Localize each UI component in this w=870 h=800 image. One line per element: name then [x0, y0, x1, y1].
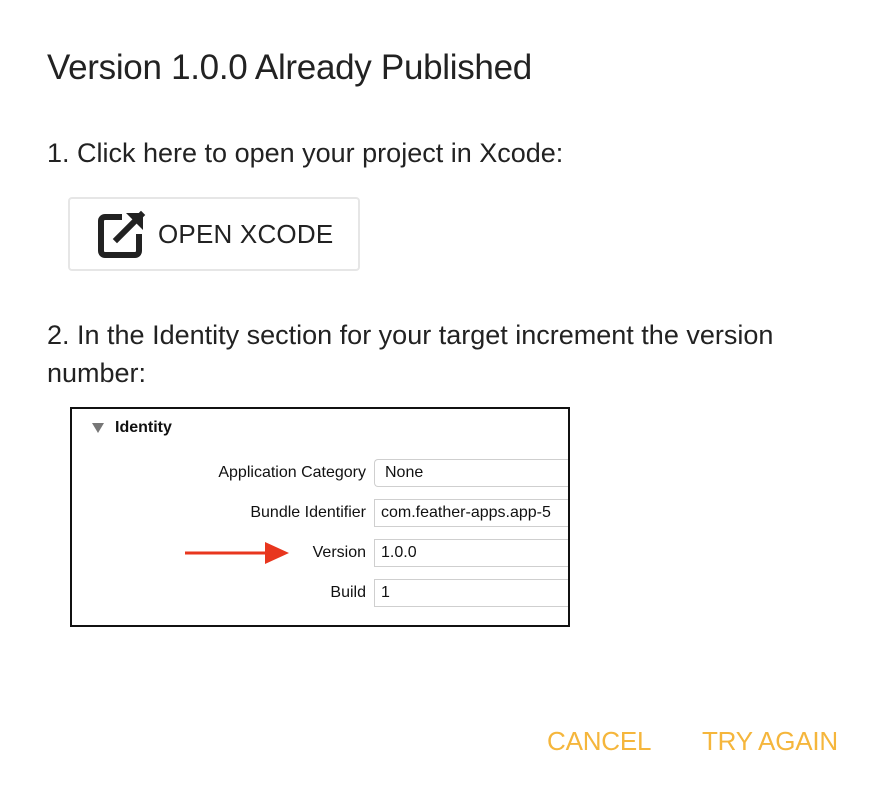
identity-section-screenshot: Identity Application Category None Bundl…: [70, 407, 570, 627]
build-label: Build: [330, 584, 366, 601]
bundle-identifier-label: Bundle Identifier: [250, 504, 366, 521]
cancel-button[interactable]: CANCEL: [547, 726, 651, 757]
application-category-label: Application Category: [218, 464, 366, 481]
application-category-field: None: [374, 459, 568, 487]
version-label: Version: [312, 544, 366, 561]
publish-dialog: Version 1.0.0 Already Published 1. Click…: [0, 0, 870, 800]
dialog-title: Version 1.0.0 Already Published: [47, 48, 532, 87]
build-field: 1: [374, 579, 568, 607]
identity-header: Identity: [92, 419, 172, 437]
external-link-icon: [94, 206, 150, 262]
bundle-identifier-field: com.feather-apps.app-5: [374, 499, 568, 527]
open-xcode-button[interactable]: OPEN XCODE: [68, 197, 360, 271]
identity-row-bundle-identifier: Bundle Identifier com.feather-apps.app-5: [72, 499, 568, 529]
red-arrow-icon: [185, 542, 289, 564]
step-2-instruction: 2. In the Identity section for your targ…: [47, 320, 774, 388]
step-1-instruction: 1. Click here to open your project in Xc…: [47, 138, 564, 168]
try-again-button[interactable]: TRY AGAIN: [702, 726, 838, 757]
version-field: 1.0.0: [374, 539, 568, 567]
open-xcode-label: OPEN XCODE: [158, 218, 334, 249]
identity-row-version: Version 1.0.0: [72, 539, 568, 569]
identity-row-application-category: Application Category None: [72, 459, 568, 489]
identity-header-label: Identity: [115, 419, 172, 436]
disclosure-triangle-icon: [92, 423, 104, 433]
identity-row-build: Build 1: [72, 579, 568, 609]
